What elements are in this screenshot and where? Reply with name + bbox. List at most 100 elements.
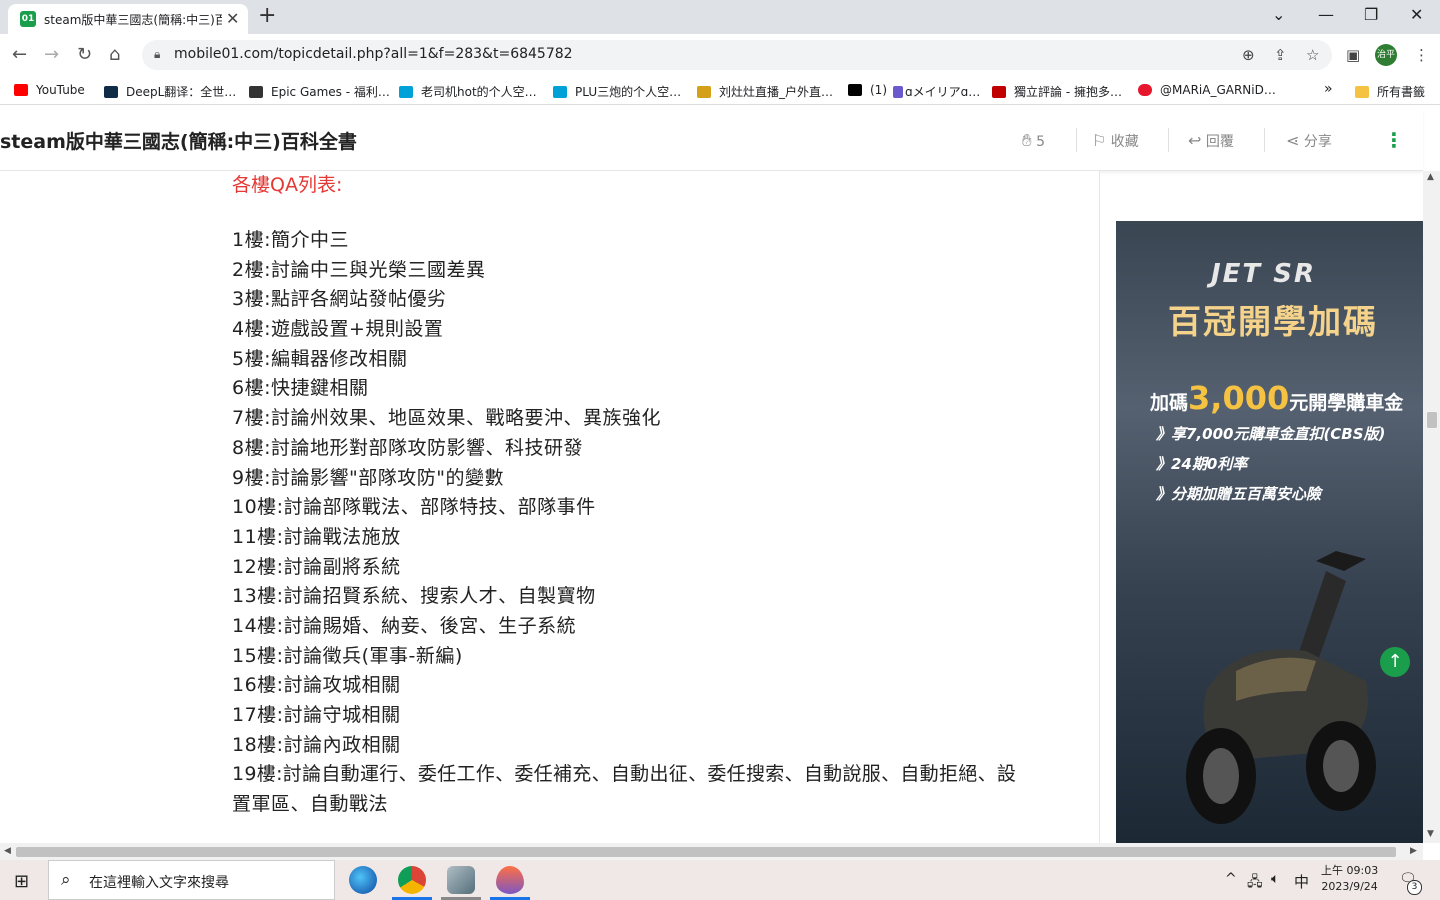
search-placeholder: 在這裡輸入文字來搜尋 [89,875,229,891]
app-icon[interactable] [447,866,475,894]
topic-title: steam版中華三國志(簡稱:中三)百科全書 [0,131,357,153]
tab-search-chevron-icon[interactable]: ⌄ [1272,5,1285,24]
volume-icon[interactable]: 🔈︎ [1271,871,1279,887]
back-button[interactable]: ← [12,44,27,65]
qa-list-item: 13樓:討論招賢系統、搜索人才、自製寶物 [232,585,596,607]
qa-list-item: 15樓:討論徵兵(軍事-新編) [232,645,463,667]
qa-list-item: 10樓:討論部隊戰法、部隊特技、部隊事件 [232,496,596,518]
bookmark-cw[interactable]: 獨立評論 - 擁抱多… [992,83,1122,100]
like-count: 5 [1036,134,1046,150]
bookmark-live-stream[interactable]: 刘灶灶直播_户外直… [697,83,833,100]
restore-button[interactable]: ❐ [1364,5,1378,24]
scroll-left-arrow-icon[interactable]: ◀ [4,846,11,856]
folder-icon [1355,86,1369,98]
bilibili-icon [399,86,413,98]
x-logo-icon [848,84,862,96]
horizontal-scroll-thumb[interactable] [16,847,1396,857]
qa-list-item: 4樓:遊戲設置+規則設置 [232,318,444,340]
epic-games-icon [249,86,263,98]
qa-list-item: 19樓:討論自動運行、委任工作、委任補充、自動出征、委任搜索、自動說服、自動拒絕… [232,763,1017,785]
bilibili-icon [553,86,567,98]
share-button[interactable]: ⋖ 分享 [1286,131,1332,151]
taskbar-search-box[interactable]: ⌕ 在這裡輸入文字來搜尋 [48,860,335,900]
ad-bullet: 》享7,000元購車金直扣(CBS版) [1156,425,1386,443]
qa-list-item: 17樓:討論守城相關 [232,704,401,726]
qa-list-item: 16樓:討論攻城相關 [232,674,401,696]
new-tab-button[interactable]: + [258,3,276,28]
vertical-scrollbar[interactable] [1423,171,1440,843]
profile-avatar[interactable]: 治平 [1375,44,1397,66]
ad-bullet: 》24期0利率 [1156,455,1248,473]
bookmark-bilibili-1[interactable]: 老司机hot的个人空… [399,83,537,100]
deepl-icon [104,86,118,98]
browser-tab-active[interactable]: 01 steam版中華三國志(簡稱:中三)百 ✕ [8,4,248,34]
chrome-icon[interactable] [398,866,426,894]
back-to-top-button[interactable]: ↑ [1380,647,1410,677]
drop-app-icon[interactable] [496,866,524,894]
bookmark-meiria[interactable]: ɑメイリアɑ… [893,83,980,100]
url-text: mobile01.com/topicdetail.php?all=1&f=283… [174,46,573,62]
browser-menu-icon[interactable]: ⋮ [1414,46,1429,64]
qa-list-item: 2樓:討論中三與光榮三國差異 [232,259,486,281]
bookmark-epic-games[interactable]: Epic Games - 福利… [249,83,390,100]
edge-icon[interactable] [349,866,377,894]
qa-list-item: 14樓:討論賜婚、納妾、後宮、生子系統 [232,615,577,637]
scooter-ad-banner[interactable]: JET SR 百冠開學加碼 加碼3,000元開學購車金 》享7,000元購車金直… [1116,221,1423,843]
bookmark-deepl[interactable]: DeepL翻译：全世… [104,83,236,100]
bookmark-youtube[interactable]: YouTube [14,83,85,97]
bookmark-star-icon[interactable]: ☆ [1306,46,1319,64]
vertical-scroll-thumb[interactable] [1427,412,1437,428]
like-button[interactable]: ✋︎ 5 [1022,131,1045,151]
favorite-button[interactable]: ⚐ 收藏 [1092,131,1139,151]
more-options-icon[interactable]: ⋮ [1384,128,1404,152]
channel-icon [893,86,903,98]
scroll-up-arrow-icon[interactable]: ▲ [1427,172,1434,182]
home-button[interactable]: ⌂ [109,44,120,65]
ad-bullet: 》分期加贈五百萬安心險 [1156,485,1322,503]
close-window-button[interactable]: ✕ [1410,5,1423,24]
bookmark-bilibili-2[interactable]: PLU三炮的个人空… [553,83,681,100]
all-bookmarks-folder[interactable]: 所有書籤 [1355,83,1425,100]
windows-start-icon[interactable]: ⊞ [14,871,29,892]
address-bar[interactable]: 🔒︎ mobile01.com/topicdetail.php?all=1&f=… [142,40,1332,70]
minimize-button[interactable]: — [1318,5,1334,24]
qa-list-item: 7樓:討論州效果、地區效果、戰略要沖、異族強化 [232,407,661,429]
cw-icon [992,86,1006,98]
header-divider [1264,128,1265,152]
tray-overflow-icon[interactable]: ^ [1225,871,1237,887]
qa-list-item: 11樓:討論戰法施放 [232,526,401,548]
reply-button[interactable]: ↩︎ 回覆 [1188,131,1234,151]
qa-list-item: 1樓:簡介中三 [232,229,349,251]
qa-list-item: 5樓:編輯器修改相關 [232,348,408,370]
clock-date: 2023/9/24 [1321,880,1378,893]
bookmarks-overflow-button[interactable]: » [1324,81,1333,97]
qa-list-item-continued: 置軍區、自動戰法 [232,793,389,815]
close-tab-icon[interactable]: ✕ [226,9,239,28]
qa-list-heading: 各樓QA列表: [232,174,343,196]
notification-count-badge: 3 [1407,880,1422,895]
reload-button[interactable]: ↻ [77,44,92,65]
header-divider [1076,128,1077,152]
forward-button[interactable]: → [44,44,59,65]
bookmark-x[interactable]: (1) [848,83,887,97]
ime-indicator[interactable]: 中 [1294,871,1309,892]
scroll-right-arrow-icon[interactable]: ▶ [1410,846,1417,856]
youtube-icon [14,84,28,96]
share-icon: ⋖ [1286,131,1300,150]
scroll-down-arrow-icon[interactable]: ▼ [1427,829,1434,839]
bookmark-icon: ⚐ [1092,131,1107,150]
network-icon[interactable]: 🖧︎ [1247,871,1263,895]
search-icon: ⌕ [61,870,71,890]
side-panel-icon[interactable]: ▣ [1346,46,1360,64]
bookmark-weibo[interactable]: @MARiA_GARNiD… [1138,83,1276,97]
qa-list-item: 6樓:快捷鍵相關 [232,377,369,399]
share-page-icon[interactable]: ⇪ [1274,46,1287,64]
ad-offer-line: 加碼3,000元開學購車金 [1150,379,1404,417]
lock-icon[interactable]: 🔒︎ [154,47,160,62]
ad-logo: JET SR [1211,259,1316,289]
reply-icon: ↩︎ [1188,131,1202,150]
clap-icon: ✋︎ [1022,131,1032,151]
taskbar-clock[interactable]: 上午 09:03 2023/9/24 [1321,863,1378,895]
zoom-icon[interactable]: ⊕ [1242,46,1255,64]
qa-list-item: 18樓:討論內政相關 [232,734,401,756]
